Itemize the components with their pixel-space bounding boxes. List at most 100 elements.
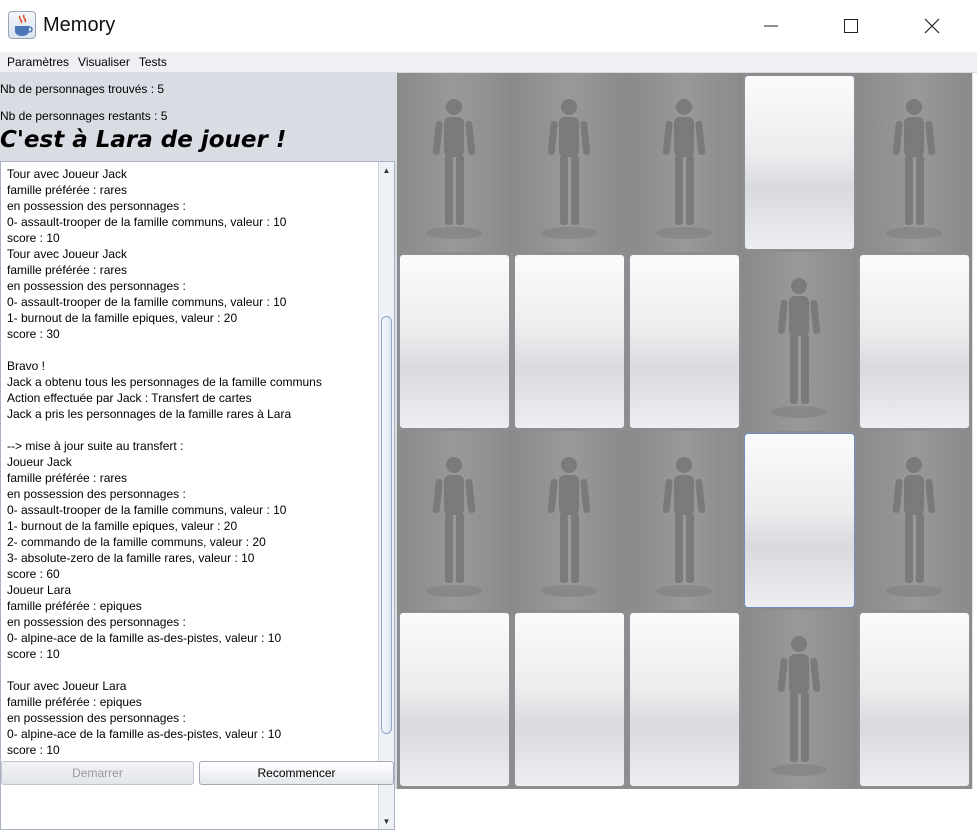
log-line: score : 10 [7,231,60,245]
log-line: Joueur Jack [7,455,72,469]
remaining-count: Nb de personnages restants : 5 [0,109,168,123]
character-figure-icon [426,99,482,239]
log-line: famille préférée : epiques [7,695,142,709]
card-back [399,612,510,787]
menu-parametres[interactable]: Paramètres [7,55,69,69]
log-line: --> mise à jour suite au transfert : [7,439,184,453]
card-back [744,433,855,608]
close-icon [924,18,940,34]
card-revealed[interactable] [742,610,857,789]
log-line: 0- assault-trooper de la famille communs… [7,295,287,309]
menu-tests[interactable]: Tests [139,55,167,69]
close-button[interactable] [892,0,972,52]
card-back [629,612,740,787]
log-line: score : 30 [7,327,60,341]
character-figure-icon [656,457,712,597]
character-figure-icon [886,99,942,239]
card-revealed[interactable] [857,73,972,252]
log-line: Bravo ! [7,359,46,373]
log-line: 0- alpine-ace de la famille as-des-piste… [7,631,282,645]
log-line: Tour avec Joueur Lara [7,679,127,693]
found-count: Nb de personnages trouvés : 5 [0,82,165,96]
log-line: famille préférée : rares [7,263,128,277]
character-figure-icon [771,636,827,776]
card-hidden[interactable] [627,610,742,789]
card-back [399,254,510,429]
turn-indicator: C'est à Lara de jouer ! [0,127,287,153]
card-revealed[interactable] [397,73,512,252]
card-back [514,254,625,429]
scroll-down-arrow-icon[interactable]: ▼ [379,814,394,828]
card-back [514,612,625,787]
log-line: en possession des personnages : [7,487,186,501]
log-line: 3- absolute-zero de la famille rares, va… [7,551,255,565]
log-line: score : 60 [7,567,60,581]
card-revealed[interactable] [512,73,627,252]
log-line: 0- alpine-ace de la famille as-des-piste… [7,727,282,741]
card-hidden[interactable] [742,73,857,252]
log-line: Tour avec Joueur Jack [7,167,128,181]
card-hidden[interactable] [742,431,857,610]
log-line: 2- commando de la famille communs, valeu… [7,535,266,549]
game-log[interactable]: Tour avec Joueur Jack famille préférée : … [0,161,395,830]
card-hidden[interactable] [857,610,972,789]
menu-visualiser[interactable]: Visualiser [78,55,130,69]
card-revealed[interactable] [627,73,742,252]
card-hidden[interactable] [627,252,742,431]
card-revealed[interactable] [857,431,972,610]
card-hidden[interactable] [397,610,512,789]
card-hidden[interactable] [512,610,627,789]
log-line: en possession des personnages : [7,199,186,213]
scroll-up-arrow-icon[interactable]: ▲ [379,163,394,177]
window-title: Memory [43,14,116,36]
card-revealed[interactable] [512,431,627,610]
log-line: Tour avec Joueur Jack [7,247,128,261]
card-back [629,254,740,429]
log-line: Jack a obtenu tous les personnages de la… [7,375,322,389]
card-revealed[interactable] [397,431,512,610]
scroll-thumb[interactable] [381,316,392,734]
log-line: Jack a pris les personnages de la famill… [7,407,292,421]
character-figure-icon [771,278,827,418]
log-line: famille préférée : rares [7,471,128,485]
log-line: 1- burnout de la famille epiques, valeur… [7,519,238,533]
log-line: famille préférée : epiques [7,599,142,613]
log-lines: Tour avec Joueur Jack famille préférée : … [7,166,374,758]
card-hidden[interactable] [512,252,627,431]
character-figure-icon [656,99,712,239]
maximize-icon [844,19,858,33]
java-cup-icon[interactable] [8,11,36,39]
minimize-button[interactable] [731,0,811,52]
log-line: Joueur Lara [7,583,72,597]
character-figure-icon [426,457,482,597]
start-button[interactable]: Demarrer [1,761,194,785]
maximize-button[interactable] [811,0,891,52]
character-figure-icon [541,457,597,597]
card-revealed[interactable] [742,252,857,431]
log-line: en possession des personnages : [7,279,186,293]
log-line: famille préférée : rares [7,183,128,197]
log-line: en possession des personnages : [7,615,186,629]
log-line: 1- burnout de la famille epiques, valeur… [7,311,238,325]
log-line: score : 10 [7,743,60,757]
character-figure-icon [541,99,597,239]
memory-board [397,73,972,789]
info-panel: Nb de personnages trouvés : 5 Nb de pers… [0,73,397,830]
card-back [744,75,855,250]
card-hidden[interactable] [397,252,512,431]
log-scrollbar[interactable]: ▲ ▼ [378,162,394,829]
log-line: 0- assault-trooper de la famille communs… [7,503,287,517]
card-back [859,612,970,787]
card-back [859,254,970,429]
card-hidden[interactable] [857,252,972,431]
log-line: en possession des personnages : [7,711,186,725]
card-revealed[interactable] [627,431,742,610]
log-line: Action effectuée par Jack : Transfert de… [7,391,252,405]
menu-bar: Paramètres Visualiser Tests [0,52,977,73]
window-edge [972,73,977,789]
log-line: 0- assault-trooper de la famille communs… [7,215,287,229]
restart-button[interactable]: Recommencer [199,761,394,785]
